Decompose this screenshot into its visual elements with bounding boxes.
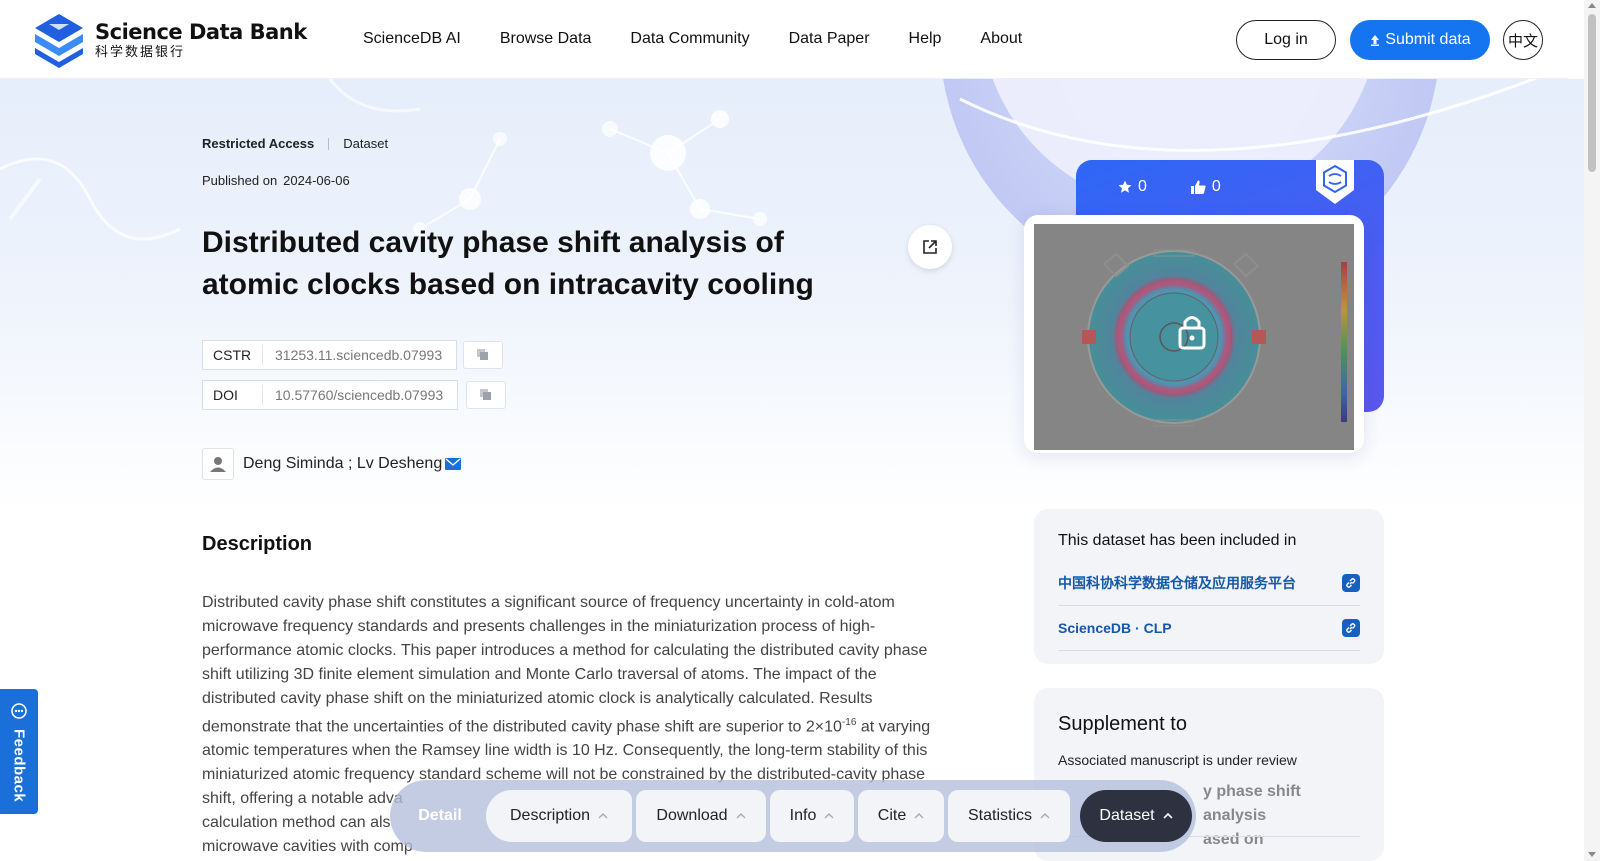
published-label: Published on bbox=[202, 173, 278, 188]
dataset-title: Distributed cavity phase shift analysis … bbox=[202, 226, 814, 301]
chevron-up-icon bbox=[1040, 813, 1050, 819]
section-nav-dataset[interactable]: Dataset bbox=[1080, 790, 1192, 842]
access-badge: Restricted Access bbox=[202, 136, 315, 151]
star-count[interactable]: 0 bbox=[1118, 178, 1147, 196]
tag-divider bbox=[328, 137, 330, 150]
doi-field: DOI 10.57760/sciencedb.07993 bbox=[202, 380, 459, 410]
section-nav-description[interactable]: Description bbox=[486, 790, 632, 842]
dataset-preview-image[interactable] bbox=[1034, 224, 1354, 450]
section-nav-label: Cite bbox=[877, 807, 907, 824]
nav-about[interactable]: About bbox=[980, 30, 1022, 48]
scroll-up-arrow[interactable] bbox=[1588, 3, 1596, 8]
cstr-value[interactable]: 31253.11.sciencedb.07993 bbox=[263, 347, 456, 363]
section-nav-label: Description bbox=[509, 807, 591, 824]
external-link-icon bbox=[923, 240, 937, 254]
language-toggle[interactable]: 中文 bbox=[1503, 20, 1543, 60]
author-avatar bbox=[202, 448, 234, 480]
chevron-up-icon bbox=[824, 813, 834, 819]
logo-subtitle: 科学数据银行 bbox=[95, 44, 186, 59]
section-nav-download[interactable]: Download bbox=[636, 790, 766, 842]
copy-icon bbox=[477, 349, 488, 360]
chevron-up-icon bbox=[598, 813, 608, 819]
thumbs-up-icon bbox=[1190, 180, 1206, 194]
simulation-preview bbox=[1034, 224, 1354, 450]
description-part-4: microwave cavities with comp bbox=[202, 838, 413, 856]
card-stats: 0 0 bbox=[1118, 178, 1221, 196]
description-part-3: calculation method can als bbox=[202, 814, 391, 832]
feedback-label: Feedback bbox=[10, 729, 28, 803]
link-icon[interactable] bbox=[1342, 574, 1360, 592]
scrollbar-thumb[interactable] bbox=[1588, 14, 1596, 172]
section-nav-label: Info bbox=[789, 807, 817, 824]
copy-icon bbox=[480, 389, 491, 400]
submit-data-button[interactable]: Submit data bbox=[1350, 20, 1490, 60]
description-heading: Description bbox=[202, 533, 313, 555]
published-value: 2024-06-06 bbox=[283, 173, 350, 188]
section-nav-label: Dataset bbox=[1099, 807, 1155, 824]
copy-doi-button[interactable] bbox=[466, 381, 506, 409]
top-header: Science Data Bank 科学数据银行 ScienceDB AI Br… bbox=[0, 0, 1568, 79]
section-nav-statistics[interactable]: Statistics bbox=[948, 790, 1070, 842]
included-link-clp[interactable]: ScienceDB · CLP bbox=[1058, 620, 1172, 636]
doi-value[interactable]: 10.57760/sciencedb.07993 bbox=[263, 387, 457, 403]
dataset-type: Dataset bbox=[343, 136, 389, 151]
share-button[interactable] bbox=[908, 225, 952, 269]
submit-data-label: Submit data bbox=[1385, 31, 1471, 48]
published-date: Published on 2024-06-06 bbox=[202, 173, 350, 188]
supplement-subtitle: Associated manuscript is under review bbox=[1058, 752, 1297, 768]
dataset-tags: Restricted Access Dataset bbox=[202, 136, 388, 151]
main-nav: ScienceDB AI Browse Data Data Community … bbox=[363, 30, 1061, 48]
sciencedb-badge-icon bbox=[1316, 160, 1354, 204]
logo-title: Science Data Bank bbox=[95, 20, 307, 44]
included-in-panel: This dataset has been included in 中国科协科学… bbox=[1034, 509, 1384, 664]
mail-icon[interactable] bbox=[445, 458, 462, 470]
login-button[interactable]: Log in bbox=[1236, 20, 1336, 60]
like-count[interactable]: 0 bbox=[1190, 178, 1221, 196]
section-nav-bar: Detail Description Download Info Cite St… bbox=[390, 780, 1196, 852]
description-part-1: Distributed cavity phase shift constitut… bbox=[202, 594, 928, 736]
page-scrollbar[interactable] bbox=[1584, 0, 1600, 861]
user-icon bbox=[210, 457, 226, 472]
copy-cstr-button[interactable] bbox=[463, 341, 503, 369]
cstr-label: CSTR bbox=[203, 345, 263, 365]
like-count-value: 0 bbox=[1211, 178, 1221, 195]
section-nav-label: Statistics bbox=[967, 807, 1032, 824]
nav-data-community[interactable]: Data Community bbox=[630, 30, 749, 48]
included-link-cast[interactable]: 中国科协科学数据仓储及应用服务平台 bbox=[1058, 573, 1296, 593]
star-count-value: 0 bbox=[1138, 178, 1147, 195]
nav-sciencedb-ai[interactable]: ScienceDB AI bbox=[363, 30, 461, 48]
included-item[interactable]: 中国科协科学数据仓储及应用服务平台 bbox=[1058, 561, 1360, 606]
section-nav-cite[interactable]: Cite bbox=[858, 790, 944, 842]
link-icon[interactable] bbox=[1342, 619, 1360, 637]
included-item[interactable]: ScienceDB · CLP bbox=[1058, 606, 1360, 651]
cstr-field: CSTR 31253.11.sciencedb.07993 bbox=[202, 340, 458, 370]
nav-help[interactable]: Help bbox=[909, 30, 942, 48]
chevron-up-icon bbox=[1162, 813, 1173, 819]
description-exponent: -16 bbox=[841, 717, 857, 728]
star-icon bbox=[1118, 180, 1132, 193]
section-nav-label: Download bbox=[656, 807, 728, 824]
section-nav-info[interactable]: Info bbox=[770, 790, 854, 842]
section-nav-detail[interactable]: Detail bbox=[400, 807, 480, 825]
site-logo[interactable]: Science Data Bank 科学数据银行 bbox=[31, 12, 307, 68]
chevron-up-icon bbox=[736, 813, 746, 819]
feedback-tab[interactable]: Feedback bbox=[0, 689, 38, 814]
included-title: This dataset has been included in bbox=[1058, 532, 1297, 549]
nav-browse-data[interactable]: Browse Data bbox=[500, 30, 592, 48]
supplement-title: Supplement to bbox=[1058, 713, 1187, 735]
chevron-up-icon bbox=[914, 813, 924, 819]
author-row: Deng Siminda ; Lv Desheng bbox=[202, 448, 462, 480]
nav-data-paper[interactable]: Data Paper bbox=[789, 30, 870, 48]
feedback-icon bbox=[11, 703, 27, 719]
scroll-down-arrow[interactable] bbox=[1588, 852, 1596, 857]
logo-icon bbox=[35, 14, 83, 68]
upload-icon bbox=[1371, 35, 1380, 46]
doi-label: DOI bbox=[203, 385, 263, 405]
author-names[interactable]: Deng Siminda ; Lv Desheng bbox=[243, 455, 442, 473]
